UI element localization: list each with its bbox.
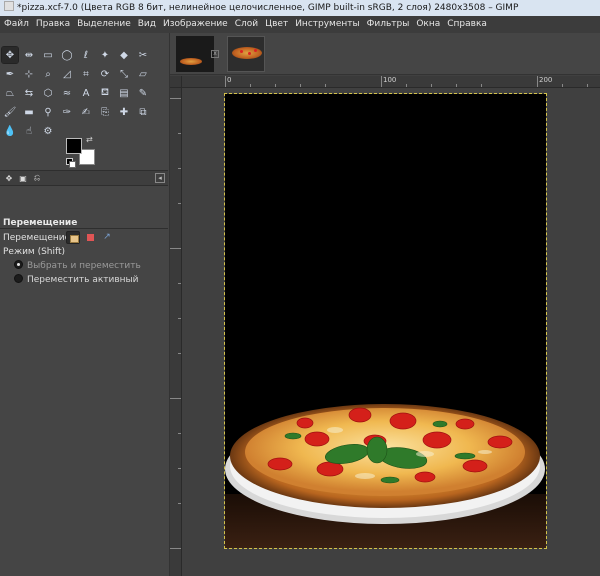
perspective-tool-icon[interactable]: ⏢ (2, 85, 18, 101)
color-select-icon[interactable]: ◆ (116, 47, 132, 63)
menu-edit[interactable]: Правка (32, 16, 73, 33)
radio-button-checked[interactable] (14, 260, 23, 269)
rotate-tool-icon[interactable]: ⟳ (97, 66, 113, 82)
ellipse-select-icon[interactable]: ◯ (59, 47, 75, 63)
blur-tool-icon[interactable]: 💧 (2, 123, 18, 139)
lasso-select-icon[interactable]: ℓ (78, 47, 94, 63)
move-type-row: Перемещение: ↗ (3, 231, 111, 245)
color-picker-icon[interactable]: ⊹ (21, 66, 37, 82)
tool-mode-label: Режим (Shift) (3, 247, 66, 257)
swap-colors-icon[interactable]: ⇄ (86, 135, 93, 144)
warp-tool-icon[interactable]: ≈ (59, 85, 75, 101)
paths-tool-icon[interactable]: ✒ (2, 66, 18, 82)
tool-options-tab-icon[interactable]: ✥ (3, 172, 15, 184)
image-window: x 0 100 200 (170, 33, 600, 576)
gimp-app-icon (4, 1, 14, 11)
radio-pick-layer[interactable]: Выбрать и переместить (14, 260, 141, 272)
image-canvas[interactable] (224, 93, 547, 549)
menu-tools[interactable]: Инструменты (291, 16, 362, 33)
ruler-label: 100 (383, 76, 397, 84)
radio-label: Выбрать и переместить (27, 261, 141, 271)
smudge-tool-icon[interactable]: ☝ (21, 123, 37, 139)
blend-tool-icon[interactable]: ▤ (116, 85, 132, 101)
mypaint-brush-icon[interactable]: ✍ (78, 104, 94, 120)
ink-tool-icon[interactable]: ✑ (59, 104, 75, 120)
rect-select-icon[interactable]: ▭ (40, 47, 56, 63)
toolbox: ✥ ⇹ ▭ ◯ ℓ ✦ ◆ ✂ ✒ ⊹ ⌕ ◿ ⌗ ⟳ ⤡ ▱ ⏢ ⇆ ⬡ ≈ … (0, 33, 170, 576)
eraser-icon[interactable]: ▬ (21, 104, 37, 120)
dock-tabbar: ✥ ▣ ⎌ ◂ (0, 170, 168, 186)
image-tabs: x (170, 33, 600, 75)
menu-view[interactable]: Вид (134, 16, 159, 33)
radio-label: Переместить активный (27, 275, 139, 285)
clone-tool-icon[interactable]: ⎘ (97, 104, 113, 120)
radio-button[interactable] (14, 274, 23, 283)
airbrush-icon[interactable]: ⚲ (40, 104, 56, 120)
window-titlebar: *pizza.xcf-7.0 (Цвета RGB 8 бит, нелиней… (0, 0, 600, 16)
image-tab-thumbnail-active[interactable] (227, 36, 265, 72)
heal-tool-icon[interactable]: ✚ (116, 104, 132, 120)
menu-help[interactable]: Справка (443, 16, 490, 33)
image-tab-thumbnail[interactable] (176, 36, 214, 72)
window-title: *pizza.xcf-7.0 (Цвета RGB 8 бит, нелиней… (17, 3, 519, 13)
menu-colors[interactable]: Цвет (261, 16, 291, 33)
pizza-thumbnail-icon (180, 58, 202, 65)
pizza-image (225, 94, 546, 548)
horizontal-ruler[interactable]: 0 100 200 (182, 76, 600, 88)
ruler-label: 0 (227, 76, 232, 84)
cage-tool-icon[interactable]: ⬡ (40, 85, 56, 101)
move-path-icon[interactable]: ↗ (100, 231, 114, 244)
perspective-clone-icon[interactable]: ⧉ (135, 104, 151, 120)
shear-tool-icon[interactable]: ▱ (135, 66, 151, 82)
scissors-select-icon[interactable]: ✂ (135, 47, 151, 63)
menu-filters[interactable]: Фильтры (363, 16, 413, 33)
close-tab-icon[interactable]: x (211, 50, 219, 58)
dodge-burn-icon[interactable]: ⚙ (40, 123, 56, 139)
tool-options-title: Перемещение (3, 218, 78, 228)
measure-tool-icon[interactable]: ◿ (59, 66, 75, 82)
crop-tool-icon[interactable]: ⌗ (78, 66, 94, 82)
canvas-area[interactable] (183, 89, 600, 576)
zoom-tool-icon[interactable]: ⌕ (40, 66, 56, 82)
move-selection-icon[interactable] (84, 231, 98, 244)
dock-menu-icon[interactable]: ◂ (155, 173, 165, 183)
flip-tool-icon[interactable]: ⇆ (21, 85, 37, 101)
move-type-label: Перемещение: (3, 233, 74, 243)
move-layer-icon[interactable] (66, 231, 80, 244)
text-tool-icon[interactable]: A (78, 85, 94, 101)
pizza-thumbnail-icon (232, 47, 262, 59)
bucket-fill-icon[interactable]: ⛾ (97, 85, 113, 101)
fuzzy-select-icon[interactable]: ✦ (97, 47, 113, 63)
menu-layer[interactable]: Слой (231, 16, 261, 33)
menubar: Файл Правка Выделение Вид Изображение Слой Цве… (0, 16, 600, 33)
vertical-ruler[interactable] (170, 88, 182, 576)
scale-tool-icon[interactable]: ⤡ (116, 66, 132, 82)
move-tool-icon[interactable]: ✥ (1, 46, 19, 64)
ruler-corner[interactable] (170, 76, 182, 88)
device-status-tab-icon[interactable]: ▣ (17, 172, 29, 184)
ruler-label: 200 (539, 76, 553, 84)
align-tool-icon[interactable]: ⇹ (21, 47, 37, 63)
menu-image[interactable]: Изображение (159, 16, 231, 33)
menu-file[interactable]: Файл (0, 16, 32, 33)
color-area: ⇄ (66, 135, 102, 168)
menu-select[interactable]: Выделение (73, 16, 134, 33)
menu-windows[interactable]: Окна (412, 16, 443, 33)
separator (0, 228, 168, 229)
undo-history-tab-icon[interactable]: ⎌ (31, 172, 43, 184)
paintbrush-icon[interactable]: 🖌 (2, 104, 18, 120)
foreground-color-swatch[interactable] (66, 138, 82, 154)
default-colors-icon[interactable] (66, 158, 76, 168)
radio-move-active[interactable]: Переместить активный (14, 274, 139, 286)
pencil-tool-icon[interactable]: ✎ (135, 85, 151, 101)
